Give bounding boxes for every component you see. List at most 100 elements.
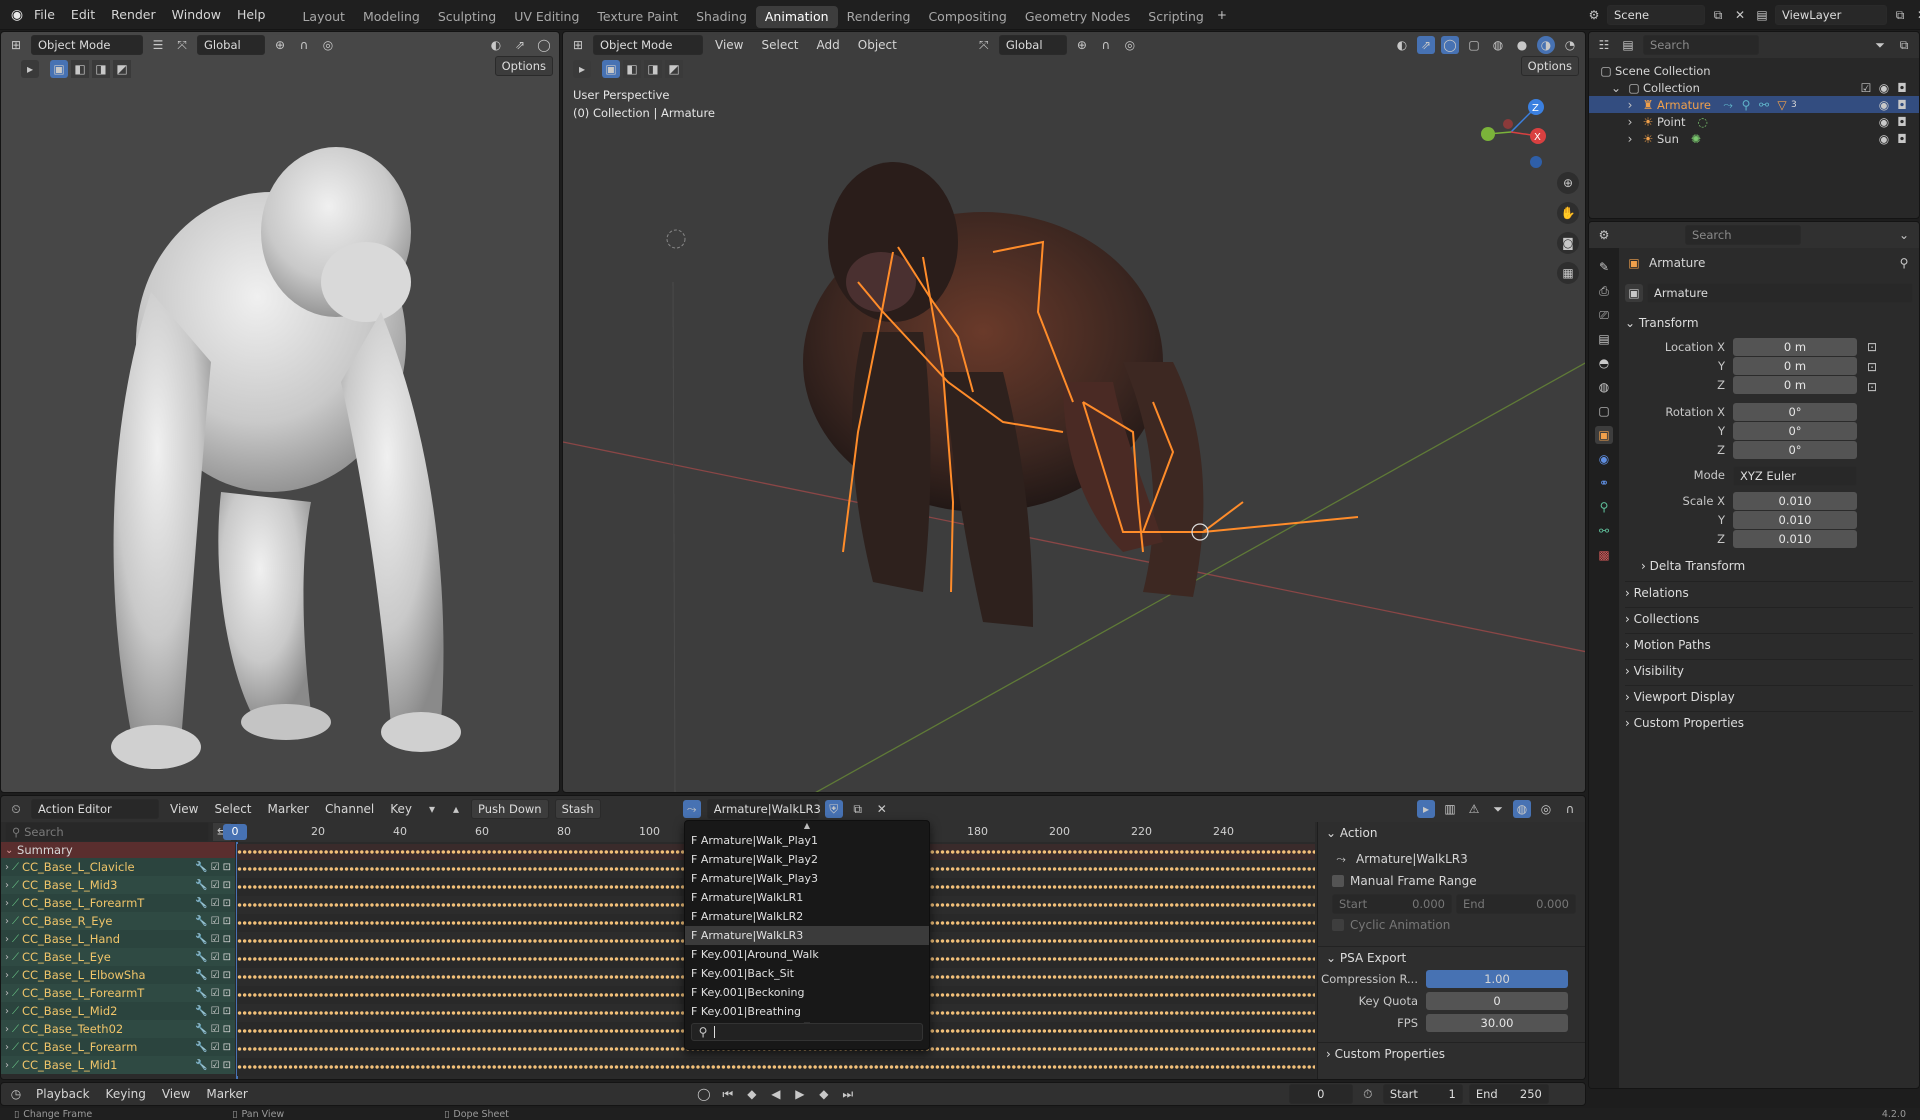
tab-texture-paint[interactable]: Texture Paint <box>588 6 687 28</box>
mute-checkbox-icon[interactable]: ☑ <box>211 988 220 999</box>
navigation-gizmo[interactable]: Z X <box>1481 99 1546 168</box>
expand-icon[interactable]: › <box>5 862 9 873</box>
tab-layout[interactable]: Layout <box>293 6 354 28</box>
outliner-collection[interactable]: ⌄ ▢ Collection ☑ ◉ ◘ <box>1597 79 1911 96</box>
action-dropdown-item[interactable]: F Armature|WalkLR2 <box>685 907 929 926</box>
snap-icon[interactable]: ∩ <box>295 36 313 54</box>
channel-row[interactable]: › ⟋ CC_Base_L_Mid1 🔧 ☑ ⊡ <box>1 1056 235 1074</box>
modifier-wrench-icon[interactable]: 🔧 <box>195 952 207 963</box>
menu-channel[interactable]: Channel <box>320 802 379 816</box>
options-icon[interactable]: ⌄ <box>1895 226 1913 244</box>
editor-type-icon[interactable]: ⊞ <box>7 36 25 54</box>
delta-transform-header[interactable]: › Delta Transform <box>1625 555 1913 577</box>
filter-icon[interactable]: ⏷ <box>1871 36 1889 54</box>
action-dropdown-item[interactable]: F Armature|Walk_Play1 <box>685 831 929 850</box>
tab-scripting[interactable]: Scripting <box>1139 6 1213 28</box>
location-y-field[interactable]: 0 m <box>1733 357 1857 375</box>
modifier-wrench-icon[interactable]: 🔧 <box>195 1060 207 1071</box>
new-scene-icon[interactable]: ⧉ <box>1709 6 1727 24</box>
custom-properties-header[interactable]: › Custom Properties <box>1625 711 1913 733</box>
bone-tab-icon[interactable]: ⚯ <box>1595 522 1613 540</box>
expand-icon[interactable]: › <box>5 1024 9 1035</box>
channel-row[interactable]: › ⟋ CC_Base_L_Eye 🔧 ☑ ⊡ <box>1 948 235 966</box>
action-dropdown-item[interactable]: F Armature|WalkLR1 <box>685 888 929 907</box>
action-dropdown-item[interactable]: F Key.001|Beckoning <box>685 983 929 1002</box>
mute-checkbox-icon[interactable]: ☑ <box>211 1042 220 1053</box>
stash-button[interactable]: Stash <box>554 799 601 819</box>
scene-field[interactable]: Scene <box>1607 5 1705 25</box>
outliner-item-armature[interactable]: › ♜ Armature ⤳ ⚲ ⚯ ▽ 3 ◉ ◘ <box>1589 96 1919 113</box>
expand-icon[interactable]: › <box>5 988 9 999</box>
menu-keying[interactable]: Keying <box>101 1087 151 1101</box>
filter-icon[interactable]: ⏷ <box>1489 800 1507 818</box>
world-tab-icon[interactable]: ◍ <box>1595 378 1613 396</box>
lock-icon[interactable]: ⊡ <box>223 916 231 927</box>
proportional-icon[interactable]: ◎ <box>319 36 337 54</box>
lock-icon[interactable]: ⊡ <box>223 1024 231 1035</box>
motion-paths-header[interactable]: › Motion Paths <box>1625 633 1913 655</box>
editor-type-icon[interactable]: ⏲ <box>7 800 25 818</box>
menu-help[interactable]: Help <box>229 0 274 30</box>
select-new-icon[interactable]: ▣ <box>50 60 68 78</box>
main-viewport[interactable]: ⊞ Object Mode View Select Add Object ⤧ G… <box>562 31 1586 793</box>
channel-row[interactable]: › ⟋ CC_Base_L_Clavicle 🔧 ☑ ⊡ <box>1 858 235 876</box>
action-dropdown-item[interactable]: F Armature|Walk_Play3 <box>685 869 929 888</box>
play-icon[interactable]: ▶ <box>791 1085 809 1103</box>
collection-tab-icon[interactable]: ▢ <box>1595 402 1613 420</box>
action-panel-header[interactable]: ⌄ Action <box>1318 822 1585 844</box>
fps-field[interactable]: 30.00 <box>1426 1014 1568 1032</box>
outliner-scene-collection[interactable]: ▢ Scene Collection <box>1597 62 1911 79</box>
transform-panel-header[interactable]: ⌄ Transform <box>1625 312 1913 334</box>
object-data-icon[interactable]: ▣ <box>1625 284 1643 302</box>
manual-frame-range-row[interactable]: Manual Frame Range <box>1318 870 1585 892</box>
tab-sculpting[interactable]: Sculpting <box>429 6 505 28</box>
action-search-field[interactable]: ⚲ <box>691 1023 923 1041</box>
lock-icon[interactable]: ⊡ <box>223 1042 231 1053</box>
expand-icon[interactable]: › <box>5 898 9 909</box>
editor-type-icon[interactable]: ◷ <box>7 1085 25 1103</box>
modifier-wrench-icon[interactable]: 🔧 <box>195 970 207 981</box>
expand-icon[interactable]: › <box>5 880 9 891</box>
checkbox-icon[interactable]: ☑ <box>1857 79 1875 97</box>
action-dropdown-item[interactable]: F Armature|WalkLR3 <box>685 926 929 945</box>
delete-scene-icon[interactable]: ✕ <box>1731 6 1749 24</box>
view-layer-tab-icon[interactable]: ▤ <box>1595 330 1613 348</box>
action-dropdown-item[interactable]: F Key.001|Breathing <box>685 1002 929 1021</box>
errors-icon[interactable]: ⚠ <box>1465 800 1483 818</box>
prev-keyframe-icon[interactable]: ◆ <box>743 1085 761 1103</box>
outliner-search[interactable]: Search <box>1643 35 1759 55</box>
modifier-wrench-icon[interactable]: 🔧 <box>195 916 207 927</box>
channel-row[interactable]: › ⟋ CC_Base_L_Hand 🔧 ☑ ⊡ <box>1 930 235 948</box>
left-orientation-select[interactable]: Global <box>197 35 265 55</box>
expand-icon[interactable]: › <box>1621 96 1639 114</box>
lock-icon[interactable]: ⊡ <box>223 934 231 945</box>
scale-x-field[interactable]: 0.010 <box>1733 492 1857 510</box>
only-selected-icon[interactable]: ▸ <box>1417 800 1435 818</box>
unlink-action-icon[interactable]: ✕ <box>873 800 891 818</box>
action-dropdown-item[interactable]: F Key.001|Back_Sit <box>685 964 929 983</box>
start-frame-field[interactable]: Start 1 <box>1382 1084 1463 1104</box>
menu-select[interactable]: Select <box>209 802 256 816</box>
lock-icon[interactable]: ⊡ <box>1863 338 1881 357</box>
proportional-edit-icon[interactable]: ◎ <box>1537 800 1555 818</box>
camera-icon[interactable]: ◘ <box>1893 79 1911 97</box>
left-mode-select[interactable]: Object Mode <box>31 35 143 55</box>
mute-checkbox-icon[interactable]: ☑ <box>211 862 220 873</box>
relations-header[interactable]: › Relations <box>1625 581 1913 603</box>
menu-playback[interactable]: Playback <box>31 1087 95 1101</box>
tab-rendering[interactable]: Rendering <box>838 6 920 28</box>
select-extend-icon[interactable]: ◧ <box>71 60 89 78</box>
blender-logo-icon[interactable]: ◉ <box>8 6 26 24</box>
scroll-up-icon[interactable]: ▲ <box>685 821 929 831</box>
tool-tab-icon[interactable]: ✎ <box>1595 258 1613 276</box>
zoom-icon[interactable]: ⊕ <box>1557 172 1579 194</box>
rotation-x-field[interactable]: 0° <box>1733 403 1857 421</box>
show-hidden-icon[interactable]: ▥ <box>1441 800 1459 818</box>
camera-icon[interactable]: ◘ <box>1893 130 1911 148</box>
constraints-tab-icon[interactable]: ⚭ <box>1595 474 1613 492</box>
visibility-header[interactable]: › Visibility <box>1625 659 1913 681</box>
delete-view-layer-icon[interactable]: ✕ <box>1913 6 1920 24</box>
mute-checkbox-icon[interactable]: ☑ <box>211 898 220 909</box>
expand-icon[interactable]: › <box>5 1060 9 1071</box>
action-dropdown-item[interactable]: F Key.001|Around_Walk <box>685 945 929 964</box>
